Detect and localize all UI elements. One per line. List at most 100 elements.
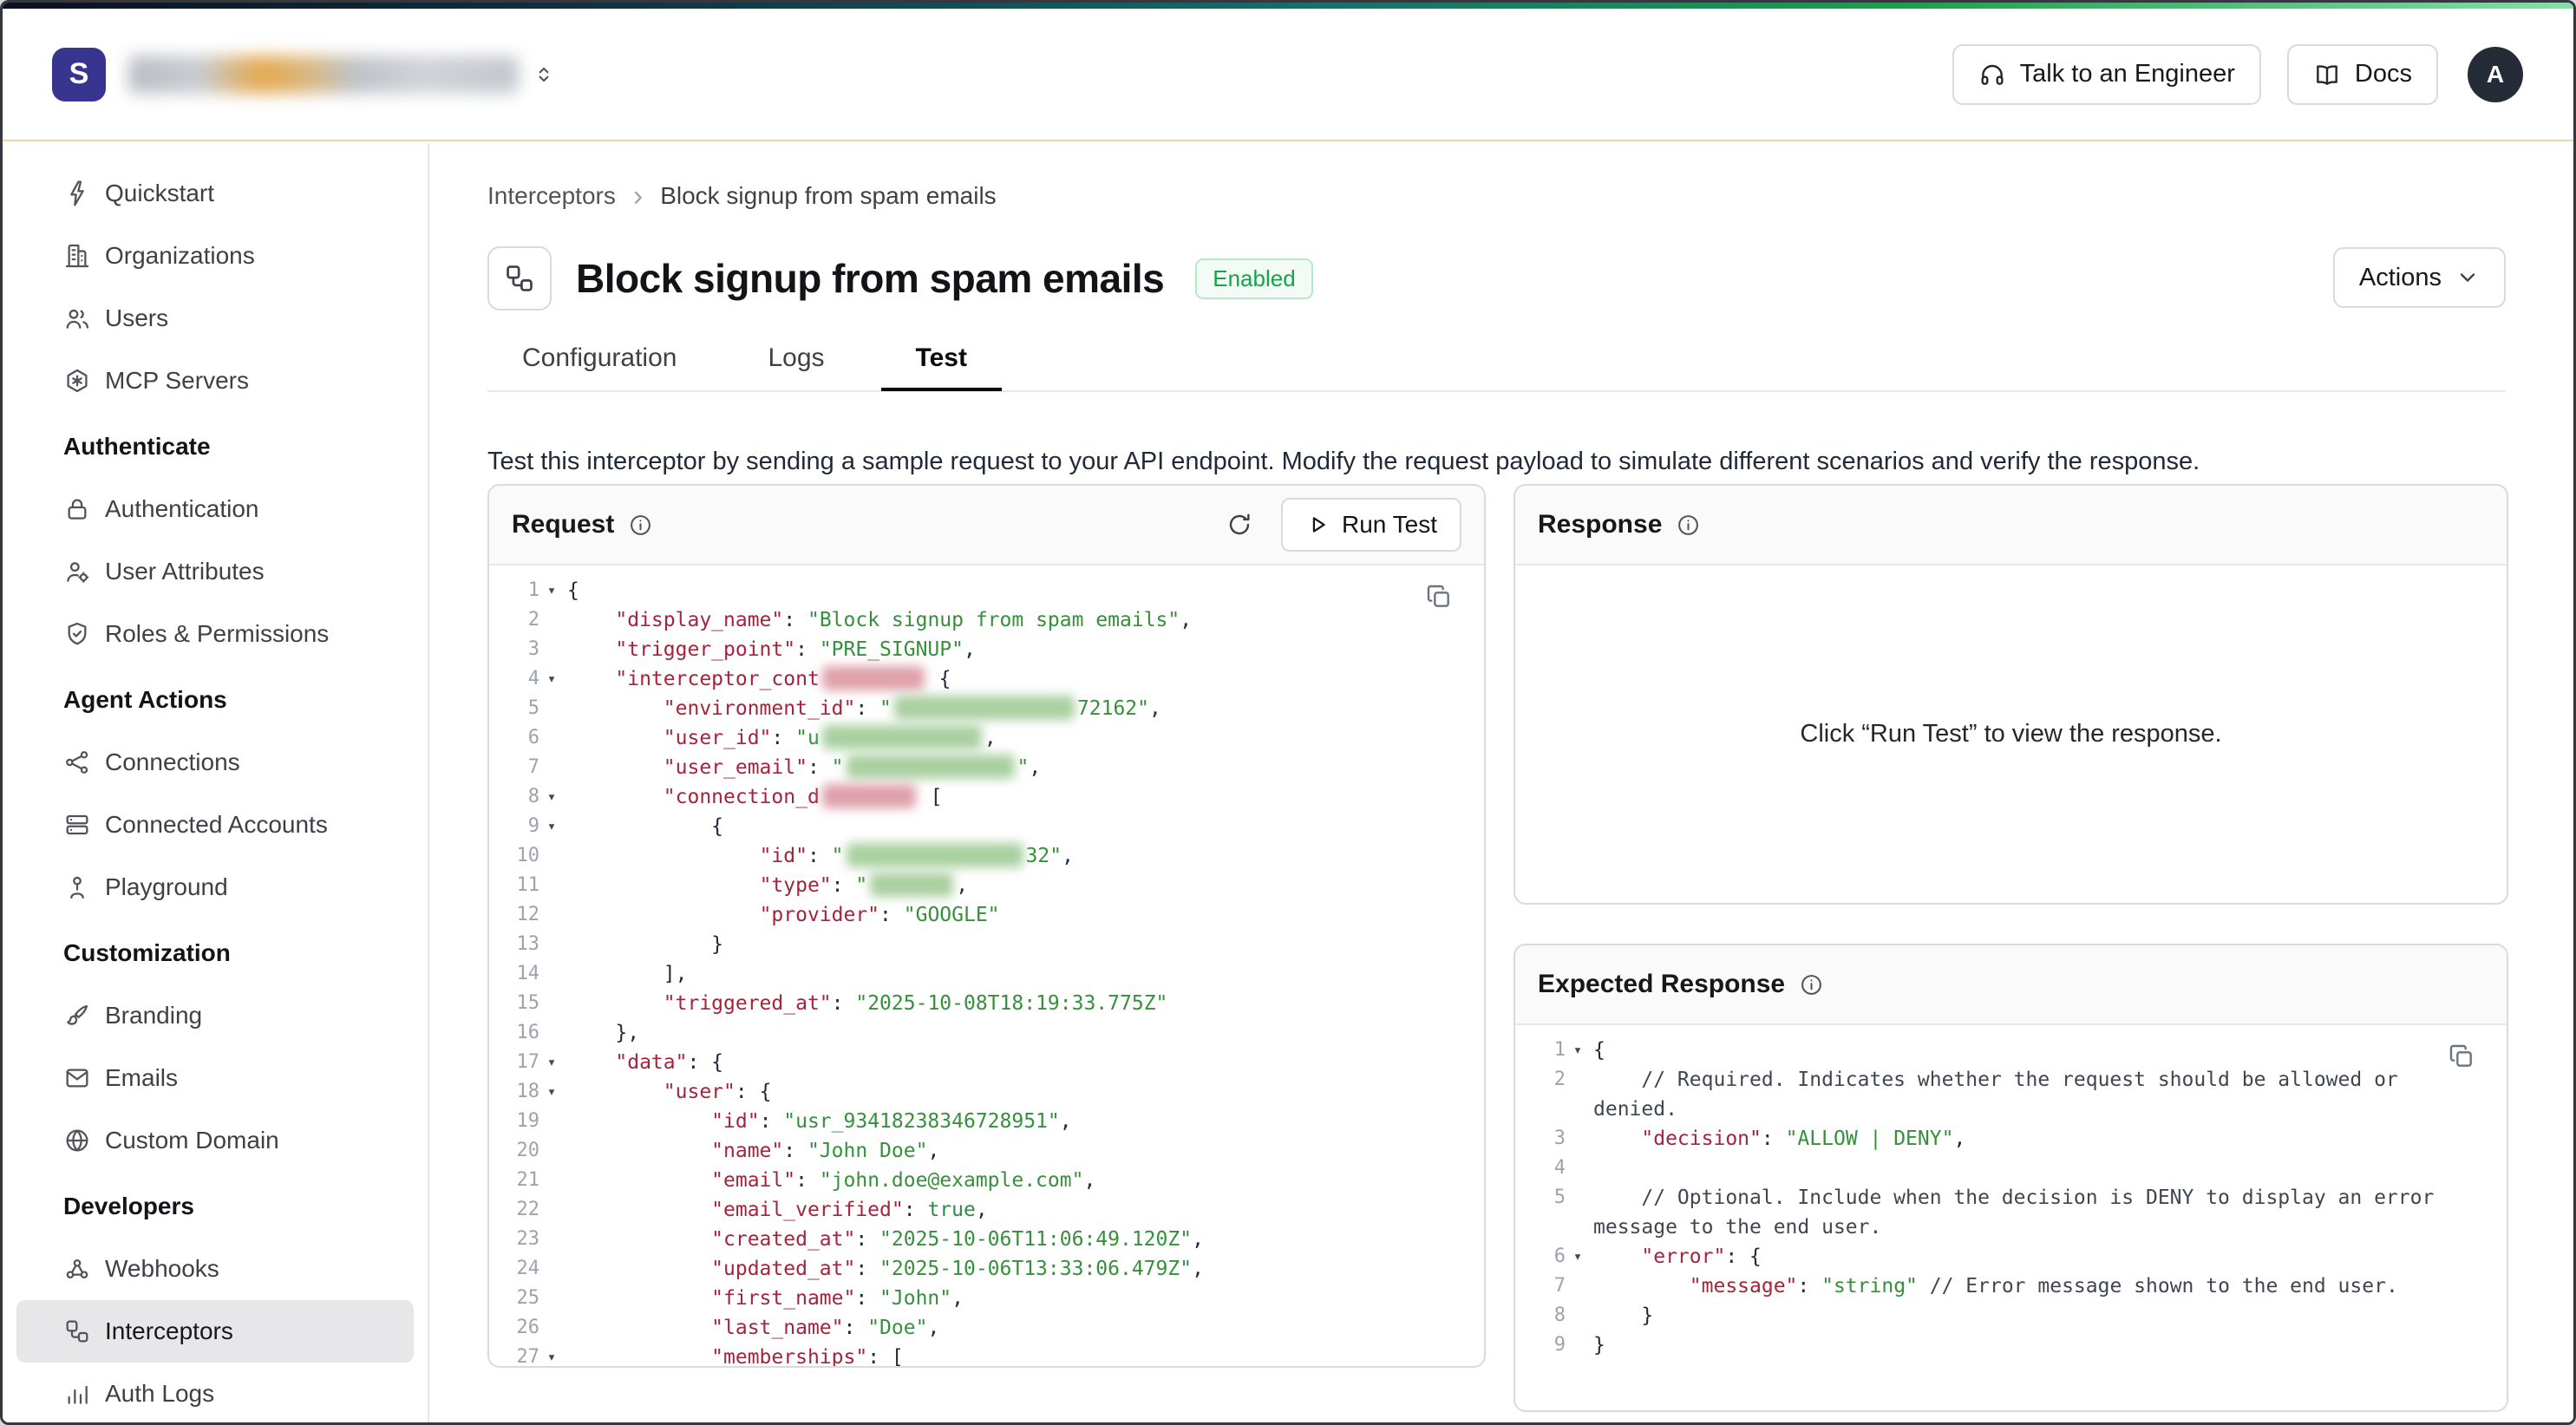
code-line[interactable]: 26 "last_name": "Doe", <box>505 1313 1484 1343</box>
code-line[interactable]: 18▾ "user": { <box>505 1077 1484 1107</box>
code-line[interactable]: 20 "name": "John Doe", <box>505 1136 1484 1166</box>
code-line[interactable]: 15 "triggered_at": "2025-10-08T18:19:33.… <box>505 989 1484 1018</box>
fold-toggle-icon[interactable]: ▾ <box>539 1048 564 1077</box>
code-line-content: "type": ", <box>567 871 1003 900</box>
sidebar-item-users[interactable]: Users <box>16 287 414 350</box>
copy-request-button[interactable] <box>1420 578 1458 616</box>
sidebar-item-playground[interactable]: Playground <box>16 856 414 918</box>
sidebar-item-interceptors[interactable]: Interceptors <box>16 1300 414 1363</box>
info-icon[interactable] <box>628 513 653 538</box>
code-line-content: "display_name": "Block signup from spam … <box>567 605 1226 635</box>
sidebar-item-quickstart[interactable]: Quickstart <box>16 162 414 225</box>
sidebar-item-connections[interactable]: Connections <box>16 731 414 794</box>
talk-to-engineer-button[interactable]: Talk to an Engineer <box>1952 44 2261 105</box>
line-gutter: 2 <box>505 605 567 635</box>
code-line[interactable]: 17▾ "data": { <box>505 1048 1484 1077</box>
user-gear-icon <box>63 558 91 585</box>
lightning-icon <box>63 180 91 207</box>
code-line[interactable]: 24 "updated_at": "2025-10-06T13:33:06.47… <box>505 1254 1484 1284</box>
code-line: 3 "decision": "ALLOW | DENY", <box>1531 1124 2507 1154</box>
fold-toggle-icon[interactable]: ▾ <box>1566 1036 1590 1065</box>
line-number: 9 <box>1531 1330 1566 1360</box>
docs-button[interactable]: Docs <box>2287 44 2438 105</box>
code-line[interactable]: 21 "email": "john.doe@example.com", <box>505 1166 1484 1195</box>
sidebar-item-authentication[interactable]: Authentication <box>16 478 414 540</box>
fold-toggle-icon[interactable]: ▾ <box>539 1343 564 1366</box>
org-name-redacted[interactable] <box>128 56 519 94</box>
code-line[interactable]: 19 "id": "usr_93418238346728951", <box>505 1107 1484 1136</box>
code-line[interactable]: 23 "created_at": "2025-10-06T11:06:49.12… <box>505 1225 1484 1254</box>
code-line[interactable]: 5 "environment_id": "72162", <box>505 694 1484 723</box>
breadcrumb-parent[interactable]: Interceptors <box>487 182 616 210</box>
line-gutter: 6 <box>505 723 567 753</box>
code-line[interactable]: 9▾ { <box>505 812 1484 841</box>
response-title: Response <box>1538 510 1662 539</box>
code-line[interactable]: 16 }, <box>505 1018 1484 1048</box>
sidebar-item-label: Users <box>105 304 168 332</box>
code-line[interactable]: 22 "email_verified": true, <box>505 1195 1484 1225</box>
line-number: 8 <box>1531 1301 1566 1330</box>
tab-configuration[interactable]: Configuration <box>487 329 711 391</box>
copy-icon <box>1425 583 1453 611</box>
code-line[interactable]: 25 "first_name": "John", <box>505 1284 1484 1313</box>
code-line[interactable]: 27▾ "memberships": [ <box>505 1343 1484 1366</box>
fold-toggle-icon[interactable]: ▾ <box>539 576 564 605</box>
code-line[interactable]: 7 "user_email": "", <box>505 753 1484 782</box>
chevron-down-icon <box>2455 265 2480 290</box>
org-switcher[interactable] <box>533 60 555 89</box>
sidebar-section-authenticate: Authenticate <box>16 415 414 478</box>
fold-toggle-icon[interactable]: ▾ <box>539 782 564 812</box>
sidebar-item-organizations[interactable]: Organizations <box>16 225 414 287</box>
code-line[interactable]: 4▾ "interceptor_cont { <box>505 664 1484 694</box>
info-icon[interactable] <box>1799 972 1824 997</box>
sidebar-item-connected-accounts[interactable]: Connected Accounts <box>16 794 414 856</box>
code-line[interactable]: 12 "provider": "GOOGLE" <box>505 900 1484 930</box>
fold-toggle-icon[interactable]: ▾ <box>539 812 564 841</box>
sidebar-item-custom-domain[interactable]: Custom Domain <box>16 1109 414 1172</box>
copy-icon <box>2448 1043 2475 1070</box>
code-line-content: "message": "string" // Error message sho… <box>1593 1271 2433 1301</box>
sidebar-item-emails[interactable]: Emails <box>16 1047 414 1109</box>
top-accent-bar <box>3 3 2573 9</box>
sidebar-item-mcp-servers[interactable]: MCP Servers <box>16 350 414 412</box>
info-icon[interactable] <box>1676 513 1701 538</box>
tab-test[interactable]: Test <box>881 329 1002 391</box>
code-line[interactable]: 6 "user_id": "u, <box>505 723 1484 753</box>
code-line[interactable]: 3 "trigger_point": "PRE_SIGNUP", <box>505 635 1484 664</box>
request-code-editor[interactable]: 1▾{2 "display_name": "Block signup from … <box>489 565 1484 1366</box>
fold-toggle-icon[interactable]: ▾ <box>1566 1242 1590 1271</box>
fold-toggle-icon[interactable]: ▾ <box>539 664 564 694</box>
tab-logs[interactable]: Logs <box>733 329 859 391</box>
code-line[interactable]: 14 ], <box>505 959 1484 989</box>
sidebar-item-user-attributes[interactable]: User Attributes <box>16 540 414 603</box>
line-number: 4 <box>505 664 539 694</box>
line-gutter: 11 <box>505 871 567 900</box>
sidebar-item-auth-logs[interactable]: Auth Logs <box>16 1363 414 1422</box>
code-line[interactable]: 13 } <box>505 930 1484 959</box>
sidebar-item-roles-permissions[interactable]: Roles & Permissions <box>16 603 414 665</box>
line-number: 27 <box>505 1343 539 1366</box>
run-test-button[interactable]: Run Test <box>1281 498 1461 552</box>
code-line[interactable]: 11 "type": ", <box>505 871 1484 900</box>
code-line-content: } <box>567 930 758 959</box>
code-line[interactable]: 1▾{ <box>505 576 1484 605</box>
line-number: 4 <box>1531 1154 1566 1183</box>
actions-button[interactable]: Actions <box>2333 247 2506 308</box>
code-line[interactable]: 2 "display_name": "Block signup from spa… <box>505 605 1484 635</box>
user-avatar[interactable]: A <box>2468 47 2523 102</box>
line-number: 23 <box>505 1225 539 1254</box>
code-line[interactable]: 10 "id": "32", <box>505 841 1484 871</box>
fold-toggle-icon[interactable]: ▾ <box>539 1077 564 1107</box>
code-line[interactable]: 8▾ "connection_d [ <box>505 782 1484 812</box>
breadcrumb-separator-icon: › <box>633 184 643 208</box>
run-test-label: Run Test <box>1342 511 1437 539</box>
sidebar-item-webhooks[interactable]: Webhooks <box>16 1238 414 1300</box>
reset-request-button[interactable] <box>1220 506 1259 544</box>
copy-expected-button[interactable] <box>2442 1037 2481 1075</box>
response-panel-header: Response <box>1515 486 2507 565</box>
joystick-icon <box>63 873 91 901</box>
sidebar-item-branding[interactable]: Branding <box>16 984 414 1047</box>
status-badge: Enabled <box>1195 258 1312 299</box>
expected-panel-header: Expected Response <box>1515 945 2507 1025</box>
share-nodes-icon <box>63 748 91 776</box>
